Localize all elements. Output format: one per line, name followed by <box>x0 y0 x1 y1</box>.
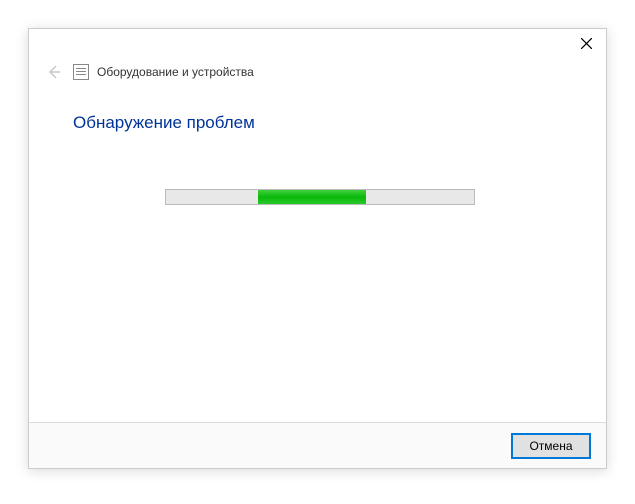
titlebar <box>29 29 606 61</box>
cancel-button[interactable]: Отмена <box>512 434 590 458</box>
close-button[interactable] <box>566 29 606 57</box>
close-icon <box>581 38 592 49</box>
troubleshooter-dialog: Оборудование и устройства Обнаружение пр… <box>28 28 607 469</box>
page-heading: Обнаружение проблем <box>73 113 566 133</box>
header-row: Оборудование и устройства <box>29 61 606 89</box>
back-button <box>43 61 65 83</box>
progress-chunk <box>258 190 366 204</box>
content-area: Обнаружение проблем <box>29 89 606 422</box>
arrow-left-icon <box>46 64 62 80</box>
dialog-footer: Отмена <box>29 422 606 468</box>
wizard-title: Оборудование и устройства <box>97 65 254 79</box>
progress-bar <box>165 189 475 205</box>
troubleshooter-icon <box>73 64 89 80</box>
